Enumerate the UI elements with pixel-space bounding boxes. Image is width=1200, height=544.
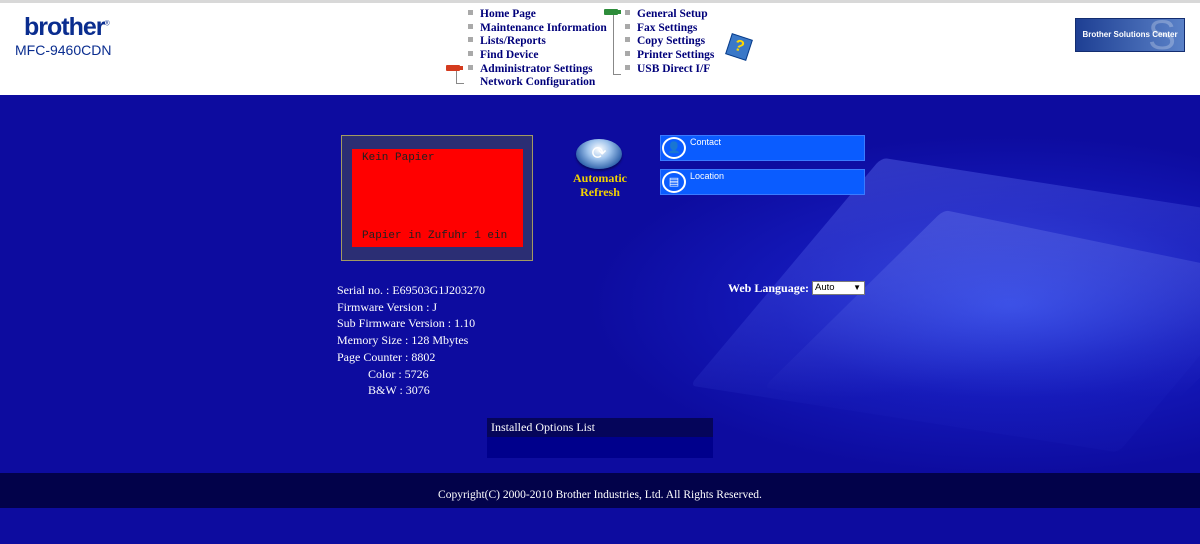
nav-link-find-device[interactable]: Find Device (480, 49, 538, 61)
nav-link-general-setup[interactable]: General Setup (637, 8, 708, 20)
lock-key-icon (446, 65, 463, 71)
nav-item-lists-reports: Lists/Reports (468, 33, 607, 47)
nav-item-general-setup: General Setup (625, 6, 714, 20)
nav-link-administrator-settings[interactable]: Administrator Settings (480, 63, 593, 75)
serial-number: Serial no. : E69503G1J203270 (337, 283, 485, 297)
main-panel: Kein Papier Papier in Zufuhr 1 ein ⟳ Aut… (0, 95, 1200, 473)
contact-button[interactable]: 👤 Contact (660, 135, 865, 161)
installed-options-title: Installed Options List (487, 418, 713, 437)
device-status-display: Kein Papier Papier in Zufuhr 1 ein (352, 149, 523, 247)
logo-text: brother (24, 13, 105, 41)
nav-link-copy-settings[interactable]: Copy Settings (637, 35, 705, 47)
location-button[interactable]: ▤ Location (660, 169, 865, 195)
nav-link-home-page[interactable]: Home Page (480, 8, 536, 20)
bullet-icon (468, 51, 473, 57)
bullet-icon (468, 23, 473, 29)
bottom-band (0, 508, 1200, 544)
nav-bracket-right (613, 14, 621, 75)
model-name: MFC-9460CDN (15, 42, 112, 58)
installed-options-panel: Installed Options List (487, 418, 713, 458)
nav-item-home-page: Home Page (468, 6, 607, 20)
automatic-refresh-link[interactable]: Automatic Refresh (560, 171, 640, 199)
brother-solutions-center-button[interactable]: S Brother Solutions Center (1075, 18, 1185, 52)
nav-item-copy-settings: Copy Settings (625, 33, 714, 47)
nav-item-fax-settings: Fax Settings (625, 20, 714, 34)
bullet-icon (625, 51, 630, 57)
nav-link-fax-settings[interactable]: Fax Settings (637, 22, 697, 34)
bullet-icon (625, 64, 630, 70)
nav-menu-right: General Setup Fax Settings Copy Settings… (625, 6, 714, 75)
key-icon (604, 9, 621, 15)
firmware-version: Firmware Version : J (337, 299, 438, 314)
sub-firmware-version: Sub Firmware Version : 1.10 (337, 316, 476, 331)
refresh-icon[interactable]: ⟳ (576, 139, 622, 169)
swirl-icon: S (1147, 18, 1176, 52)
status-detail: Papier in Zufuhr 1 ein (362, 230, 508, 242)
bullet-icon (468, 10, 473, 15)
web-language-label: Web Language: (728, 281, 810, 295)
page-counter: Page Counter : 8802 (337, 349, 436, 364)
nav-item-printer-settings: Printer Settings (625, 47, 714, 61)
bullet-icon (468, 37, 473, 43)
bullet-icon (625, 10, 630, 15)
bullet-icon (625, 37, 630, 43)
brother-logo[interactable]: brother® (24, 13, 110, 42)
web-language-value: Auto (815, 282, 835, 293)
building-icon: ▤ (662, 171, 686, 193)
web-language-select[interactable]: Auto ▼ (812, 281, 865, 295)
device-info: Serial no. : E69503G1J203270 Firmware Ve… (337, 282, 485, 399)
device-status-frame: Kein Papier Papier in Zufuhr 1 ein (341, 135, 533, 261)
color-counter: Color : 5726 (368, 366, 429, 381)
nav-link-printer-settings[interactable]: Printer Settings (637, 49, 714, 61)
refresh-label-line1: Automatic (573, 171, 627, 185)
nav-item-maintenance: Maintenance Information (468, 20, 607, 34)
header: brother® MFC-9460CDN Home Page Maintenan… (0, 0, 1200, 95)
nav-menu-left: Home Page Maintenance Information Lists/… (468, 6, 607, 88)
nav-item-network: Network Configuration (468, 74, 607, 88)
footer: Copyright(C) 2000-2010 Brother Industrie… (0, 473, 1200, 508)
nav-item-find-device: Find Device (468, 47, 607, 61)
location-label: Location (690, 171, 725, 181)
nav-link-lists-reports[interactable]: Lists/Reports (480, 35, 546, 47)
bullet-icon (625, 23, 630, 29)
nav-link-maintenance-information[interactable]: Maintenance Information (480, 22, 607, 34)
refresh-label-line2: Refresh (580, 184, 620, 199)
status-message: Kein Papier (362, 152, 435, 164)
dropdown-arrow-icon: ▼ (853, 283, 861, 292)
bw-counter: B&W : 3076 (368, 383, 430, 398)
nav-link-network-configuration[interactable]: Network Configuration (480, 76, 595, 88)
person-icon: 👤 (662, 137, 686, 159)
contact-label: Contact (690, 137, 722, 147)
nav-item-administrator: Administrator Settings (468, 61, 607, 75)
registered-mark: ® (104, 20, 110, 28)
bullet-icon (468, 64, 473, 70)
nav-item-usb-direct: USB Direct I/F (625, 61, 714, 75)
nav-link-usb-direct-if[interactable]: USB Direct I/F (637, 63, 710, 75)
memory-size: Memory Size : 128 Mbytes (337, 333, 469, 348)
help-icon[interactable]: ? (725, 33, 753, 61)
